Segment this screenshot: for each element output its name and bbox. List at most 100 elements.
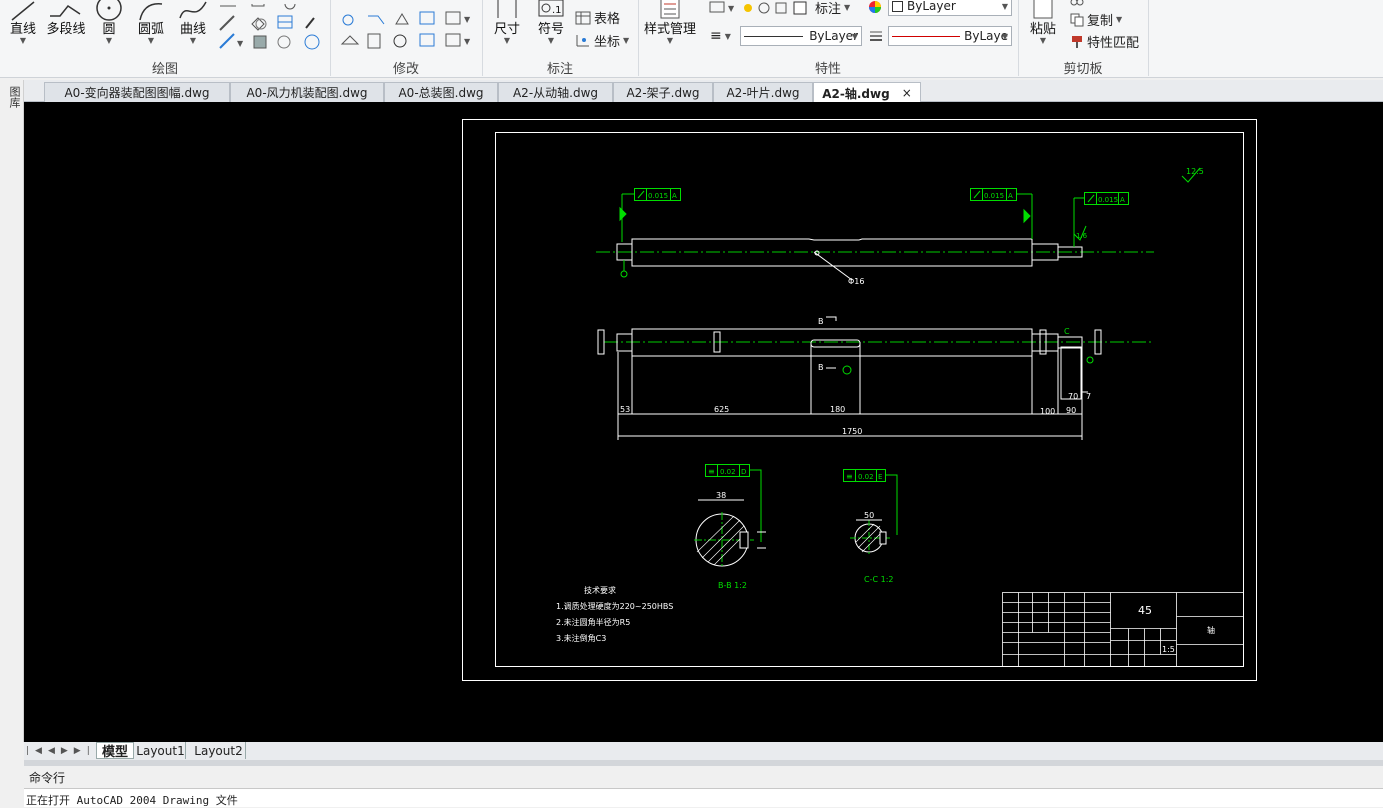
command-line-text: 正在打开 AutoCAD 2004 Drawing 文件 xyxy=(26,794,238,807)
layer-label: 标注 xyxy=(815,2,842,17)
list-icon: ≡ xyxy=(710,28,722,44)
construction-line-icon[interactable] xyxy=(219,15,235,31)
curve-tool-button[interactable]: 曲线 ▼ xyxy=(176,0,210,45)
polyline-label: 多段线 xyxy=(46,22,86,37)
file-tab[interactable]: A0-总装图.dwg xyxy=(384,82,498,102)
mirror-icon[interactable] xyxy=(395,13,409,25)
trim-icon[interactable] xyxy=(368,15,385,25)
cut-button[interactable] xyxy=(1070,0,1084,6)
move-icon[interactable] xyxy=(342,14,354,26)
title-scale: 1:5 xyxy=(1162,645,1175,654)
lineweight-sample xyxy=(892,35,961,37)
layer-tools-icon[interactable]: ▼ xyxy=(706,0,740,16)
command-label: 命令行 xyxy=(29,771,66,785)
modify-group-label: 修改 xyxy=(392,62,419,77)
paste-icon xyxy=(1033,0,1053,19)
table-label: 表格 xyxy=(594,12,621,27)
hatch-icon[interactable] xyxy=(253,35,267,49)
match-properties-button[interactable]: 特性匹配 xyxy=(1070,32,1139,51)
color-combo[interactable]: ByLayer ▼ xyxy=(888,0,1012,16)
properties-group-label: 特性 xyxy=(814,62,841,77)
section-mark-b: B xyxy=(818,317,824,326)
chevron-down-icon: ▼ xyxy=(189,36,197,45)
style-manager-label: 样式管理 xyxy=(644,22,697,37)
coords-button[interactable]: 坐标 ▼ xyxy=(575,31,629,50)
scale-icon[interactable] xyxy=(367,33,381,49)
paste-button[interactable]: 粘贴 ▼ xyxy=(1028,0,1058,45)
linetype-toggle[interactable]: ≡ ▼ xyxy=(710,28,731,44)
group-divider xyxy=(1148,0,1149,76)
spline-icon xyxy=(179,1,207,19)
lineweight-combo[interactable]: ByLaye ▼ xyxy=(888,26,1012,46)
file-tab[interactable]: A2-从动轴.dwg xyxy=(498,82,613,102)
roughness-value: 1.6 xyxy=(1076,232,1088,240)
style-manager-button[interactable]: 样式管理 ▼ xyxy=(644,0,696,45)
drawing-svg[interactable]: 12.5 Φ16 0.015 A 0.015 A 0.015 A 1.6 B B… xyxy=(24,102,1383,742)
region-icon[interactable] xyxy=(304,34,320,50)
table-button[interactable]: 表格 xyxy=(575,8,620,27)
file-tab[interactable]: A0-变向器装配图图幅.dwg xyxy=(44,82,230,102)
explode-icon[interactable] xyxy=(419,33,435,47)
linetype-combo-value: ByLayer xyxy=(809,29,858,43)
color-wheel-icon[interactable] xyxy=(866,0,884,16)
symbol-button[interactable]: .1 符号 ▼ xyxy=(536,0,566,45)
polyline-tool-button[interactable]: 多段线 xyxy=(46,0,86,37)
svg-text:≡: ≡ xyxy=(846,472,853,481)
file-tab-label: A0-风力机装配图.dwg xyxy=(246,86,368,100)
modify-tools-left[interactable] xyxy=(248,4,328,54)
curve-label: 曲线 xyxy=(179,22,206,37)
match-properties-label: 特性匹配 xyxy=(1087,36,1140,51)
draw-small-tools[interactable]: ▼ xyxy=(216,4,246,54)
layout-nav-arrows[interactable]: |◀◀▶▶| xyxy=(26,742,96,759)
file-tab[interactable]: A2-架子.dwg xyxy=(613,82,713,102)
arc-tool-button[interactable]: 圆弧 ▼ xyxy=(134,0,168,45)
shaft-front-view xyxy=(596,238,1154,267)
dimension-value: 1750 xyxy=(842,427,862,436)
annotate-group-label: 标注 xyxy=(546,62,573,77)
style-manager-icon xyxy=(660,0,680,19)
chevron-down-icon: ▼ xyxy=(1116,15,1123,24)
file-tab-active[interactable]: A2-轴.dwg × xyxy=(813,82,921,103)
file-tab[interactable]: A0-风力机装配图.dwg xyxy=(230,82,384,102)
layout-tab-bar: |◀◀▶▶| 模型 Layout1 Layout2 xyxy=(24,742,1383,760)
file-tab[interactable]: A2-叶片.dwg xyxy=(713,82,813,102)
library-side-rail[interactable]: 图库 xyxy=(0,80,24,742)
color-combo-value: ByLayer xyxy=(907,0,956,13)
fillet-icon[interactable] xyxy=(445,33,461,47)
layer-state-combo[interactable]: 标注 ▼ xyxy=(742,0,850,17)
cloud-icon[interactable] xyxy=(277,35,291,49)
section-mark-c: C xyxy=(1064,327,1070,336)
linetype-sample xyxy=(744,35,804,37)
close-icon[interactable]: × xyxy=(902,86,912,100)
layout-tab-layout2[interactable]: Layout2 xyxy=(192,742,246,759)
chevron-down-icon: ▼ xyxy=(724,31,731,41)
dimension-button[interactable]: 尺寸 ▼ xyxy=(492,0,522,45)
array-icon[interactable] xyxy=(445,11,461,25)
dimension-icon xyxy=(497,0,517,18)
file-tab-label: A2-从动轴.dwg xyxy=(512,86,599,100)
pick-icon[interactable] xyxy=(305,17,315,29)
rotate-icon[interactable] xyxy=(393,34,407,48)
copy-icon xyxy=(1070,13,1084,26)
drawing-canvas[interactable]: 12.5 Φ16 0.015 A 0.015 A 0.015 A 1.6 B B… xyxy=(24,102,1383,742)
note-line: 2.未注圆角半径为R5 xyxy=(556,617,630,627)
datum-ref: D xyxy=(741,468,746,476)
command-line-output[interactable]: 正在打开 AutoCAD 2004 Drawing 文件 xyxy=(24,788,1383,807)
copy-label: 复制 xyxy=(1087,14,1114,29)
line-tool-button[interactable]: 直线 ▼ xyxy=(8,0,38,45)
circle-tool-button[interactable]: 圆 ▼ xyxy=(94,0,124,45)
file-tab-label: A2-轴.dwg xyxy=(822,86,890,101)
library-rail-label[interactable]: 图库 xyxy=(4,86,21,108)
roughness-symbol-global: 12.5 xyxy=(1181,167,1204,183)
copy-button[interactable]: 复制 ▼ xyxy=(1070,10,1122,29)
offset-icon[interactable] xyxy=(419,11,435,25)
layout-tab-layout1[interactable]: Layout1 xyxy=(136,742,186,759)
notes-title: 技术要求 xyxy=(584,585,616,595)
xline-icon[interactable] xyxy=(219,33,235,49)
layout-tab-model[interactable]: 模型 xyxy=(96,742,134,760)
linetype-combo[interactable]: ByLayer ▼ xyxy=(740,26,862,46)
stretch-icon[interactable] xyxy=(340,35,360,45)
layout-tab-label: Layout1 xyxy=(136,743,185,758)
modify-tools[interactable]: ▼ ▼ xyxy=(338,4,478,54)
lineweight-icon[interactable] xyxy=(868,28,884,44)
